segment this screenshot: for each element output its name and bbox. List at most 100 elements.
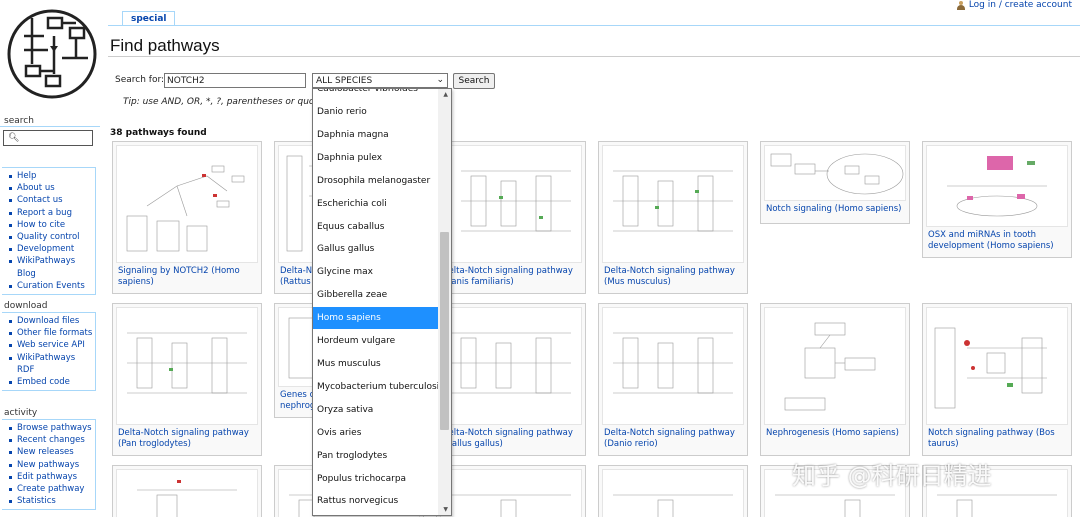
search-button[interactable]: Search: [453, 73, 495, 89]
species-option[interactable]: Ovis aries: [313, 422, 439, 444]
pathway-card-title[interactable]: Delta-Notch signaling pathway (Pan trogl…: [116, 428, 258, 452]
sidebar-activity: Browse pathways Recent changes New relea…: [2, 419, 96, 511]
species-option[interactable]: Escherichia coli: [313, 193, 439, 215]
pathway-card-title[interactable]: Delta-Notch signaling pathway (Danio rer…: [602, 428, 744, 452]
scroll-up-arrow-icon[interactable]: ▲: [443, 91, 448, 98]
pathway-card-title[interactable]: OSX and miRNAs in tooth development (Hom…: [926, 230, 1068, 254]
pathway-card-title[interactable]: Notch signaling (Homo sapiens): [764, 204, 906, 220]
activity-link-releases[interactable]: New releases: [5, 446, 95, 458]
download-link-files[interactable]: Download files: [5, 315, 95, 327]
pathway-card[interactable]: Nephrogenesis (Homo sapiens): [760, 303, 910, 456]
pathway-thumbnail[interactable]: [602, 307, 744, 425]
login-link-label[interactable]: Log in / create account: [969, 0, 1072, 10]
species-option-highlighted[interactable]: Homo sapiens: [313, 307, 439, 329]
species-option[interactable]: Mus musculus: [313, 353, 439, 375]
pathway-thumbnail[interactable]: [764, 307, 906, 425]
download-link-api[interactable]: Web service API: [5, 339, 95, 351]
species-option[interactable]: Oryza sativa: [313, 399, 439, 421]
pathway-card[interactable]: [436, 465, 586, 517]
pathway-card[interactable]: Delta-Notch signaling pathway (Danio rer…: [598, 303, 748, 456]
pathway-thumbnail[interactable]: [602, 145, 744, 263]
species-option[interactable]: Caulobacter vibrioides: [313, 89, 439, 100]
sidebar-link-about[interactable]: About us: [5, 182, 95, 194]
download-link-formats[interactable]: Other file formats: [5, 327, 95, 339]
pathway-card[interactable]: Delta-Notch signaling pathway (Mus muscu…: [598, 141, 748, 294]
pathway-thumbnail[interactable]: [116, 307, 258, 425]
dropdown-scrollbar[interactable]: ▲ ▼: [438, 89, 451, 515]
species-option[interactable]: Equus caballus: [313, 216, 439, 238]
scroll-down-arrow-icon[interactable]: ▼: [443, 506, 448, 513]
pathway-card[interactable]: [598, 465, 748, 517]
chevron-down-icon: ⌄: [436, 75, 444, 85]
pathway-card[interactable]: Notch signaling pathway (Bos taurus): [922, 303, 1072, 456]
pathway-thumbnail[interactable]: [764, 145, 906, 201]
search-query-input[interactable]: [164, 73, 306, 88]
pathway-card-title[interactable]: Signaling by NOTCH2 (Homo sapiens): [116, 266, 258, 290]
species-option[interactable]: Glycine max: [313, 261, 439, 283]
pathway-thumbnail[interactable]: [602, 469, 744, 517]
pathway-thumbnail[interactable]: [116, 145, 258, 263]
species-option[interactable]: Drosophila melanogaster: [313, 170, 439, 192]
species-option[interactable]: Gibberella zeae: [313, 284, 439, 306]
species-option[interactable]: Daphnia pulex: [313, 147, 439, 169]
pathway-card[interactable]: Delta-Notch signaling pathway (Pan trogl…: [112, 303, 262, 456]
pathway-card-title[interactable]: Delta-Notch signaling pathway (Gallus ga…: [440, 428, 582, 452]
activity-link-new[interactable]: New pathways: [5, 459, 95, 471]
activity-link-create[interactable]: Create pathway: [5, 483, 95, 495]
download-link-rdf[interactable]: WikiPathways RDF: [5, 352, 95, 376]
species-select[interactable]: ALL SPECIES ⌄: [312, 73, 448, 88]
activity-link-statistics[interactable]: Statistics: [5, 495, 95, 507]
sidebar-link-contact[interactable]: Contact us: [5, 194, 95, 206]
search-label: Search for:: [115, 75, 165, 85]
species-option[interactable]: Gallus gallus: [313, 238, 439, 260]
activity-link-browse[interactable]: Browse pathways: [5, 422, 95, 434]
pathway-thumbnail[interactable]: [116, 469, 258, 517]
pathway-thumbnail[interactable]: [440, 469, 582, 517]
pathway-card[interactable]: Delta-Notch signaling pathway (Gallus ga…: [436, 303, 586, 456]
page-title: Find pathways: [110, 36, 220, 55]
pathway-card-title[interactable]: Nephrogenesis (Homo sapiens): [764, 428, 906, 452]
sidebar-activity-heading: activity: [4, 408, 38, 418]
sidebar-search-input[interactable]: 🔍︎: [3, 130, 93, 146]
species-option[interactable]: Rattus norvegicus: [313, 490, 439, 512]
sidebar-link-curation[interactable]: Curation Events: [5, 280, 95, 292]
sidebar-link-blog[interactable]: WikiPathways Blog: [5, 255, 95, 279]
pathway-thumbnail[interactable]: [440, 307, 582, 425]
activity-link-recent[interactable]: Recent changes: [5, 434, 95, 446]
sidebar-link-quality[interactable]: Quality control: [5, 231, 95, 243]
activity-link-edit[interactable]: Edit pathways: [5, 471, 95, 483]
search-icon: 🔍︎: [8, 133, 20, 143]
pathway-card-title[interactable]: Notch signaling pathway (Bos taurus): [926, 428, 1068, 452]
sidebar-link-development[interactable]: Development: [5, 243, 95, 255]
results-count: 38 pathways found: [110, 128, 207, 138]
sidebar-link-help[interactable]: Help: [5, 170, 95, 182]
pathway-card[interactable]: Signaling by NOTCH2 (Homo sapiens): [112, 141, 262, 294]
species-option[interactable]: Pan troglodytes: [313, 445, 439, 467]
sidebar-link-report-bug[interactable]: Report a bug: [5, 207, 95, 219]
login-link[interactable]: Log in / create account: [956, 0, 1072, 10]
pathway-card-title[interactable]: Delta-Notch signaling pathway (Canis fam…: [440, 266, 582, 290]
species-option[interactable]: Mycobacterium tuberculosis: [313, 376, 439, 398]
user-icon: [956, 0, 965, 10]
species-option[interactable]: Daphnia magna: [313, 124, 439, 146]
tab-special[interactable]: special: [122, 11, 176, 26]
species-option[interactable]: Populus trichocarpa: [313, 468, 439, 490]
species-option[interactable]: Danio rerio: [313, 101, 439, 123]
pathway-card[interactable]: Notch signaling (Homo sapiens): [760, 141, 910, 224]
search-tip: Tip: use AND, OR, *, ?, parentheses or q…: [123, 97, 329, 107]
dropdown-scrollbar-thumb[interactable]: [440, 232, 449, 430]
species-option[interactable]: Hordeum vulgare: [313, 330, 439, 352]
pathway-card[interactable]: OSX and miRNAs in tooth development (Hom…: [922, 141, 1072, 258]
pathway-card[interactable]: [112, 465, 262, 517]
sidebar-link-cite[interactable]: How to cite: [5, 219, 95, 231]
title-divider: [108, 56, 1080, 57]
pathway-card-title[interactable]: Delta-Notch signaling pathway (Mus muscu…: [602, 266, 744, 290]
pathway-thumbnail[interactable]: [440, 145, 582, 263]
pathway-thumbnail[interactable]: [926, 307, 1068, 425]
sidebar-link-list: Help About us Contact us Report a bug Ho…: [5, 170, 95, 292]
species-dropdown-list[interactable]: Caulobacter vibrioides Danio rerio Daphn…: [312, 88, 452, 516]
pathway-card[interactable]: Delta-Notch signaling pathway (Canis fam…: [436, 141, 586, 294]
pathway-thumbnail[interactable]: [926, 145, 1068, 227]
wikipathways-logo[interactable]: [4, 6, 100, 102]
download-link-embed[interactable]: Embed code: [5, 376, 95, 388]
